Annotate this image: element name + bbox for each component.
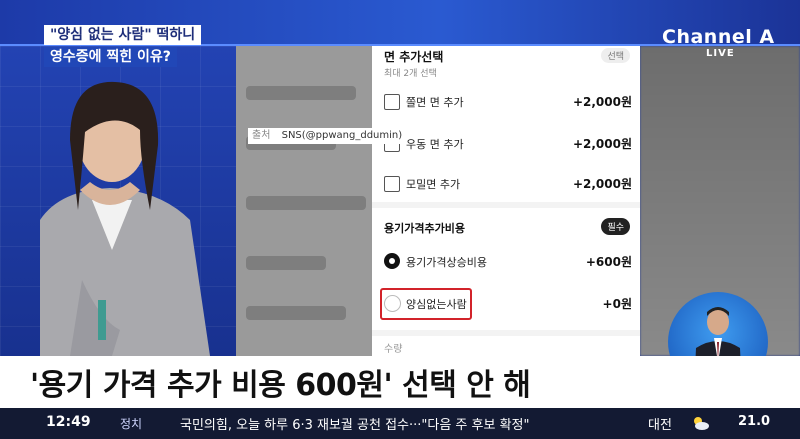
noodle-option[interactable]: 쫄면 면 추가 +2,000원: [384, 90, 632, 114]
news-ticker: 12:49 정치 국민의힘, 오늘 하루 6·3 재보궐 공천 접수···"다음…: [0, 408, 800, 439]
container-section-title: 용기가격추가비용: [384, 222, 465, 235]
noodle-section-title: 면 추가선택: [384, 50, 444, 64]
source-caption: 출처 SNS(@ppwang_ddumin): [248, 128, 407, 144]
channel-logo: Channel A: [662, 26, 775, 48]
option-label: 모밀면 추가: [406, 178, 461, 191]
news-anchor: [40, 81, 210, 356]
noodle-section-subtitle: 최대 2개 선택: [384, 69, 437, 79]
option-label: 우동 면 추가: [406, 138, 464, 151]
option-label: 용기가격상승비용: [406, 256, 487, 269]
noodle-option[interactable]: 모밀면 추가 +2,000원: [384, 172, 632, 196]
partly-cloudy-icon: [694, 417, 709, 430]
required-badge: 필수: [601, 218, 630, 235]
option-price: +600원: [585, 255, 632, 269]
ticker-text: 국민의힘, 오늘 하루 6·3 재보궐 공천 접수···"다음 주 후보 확정": [180, 418, 530, 433]
ticker-category: 정치: [120, 417, 143, 431]
option-price: +0원: [602, 297, 632, 311]
noodle-section-badge: 선택: [601, 48, 630, 63]
headline: '용기 가격 추가 비용 600원' 선택 안 해: [30, 368, 531, 403]
highlight-box: [380, 288, 472, 320]
option-price: +2,000원: [572, 137, 632, 151]
source-value: SNS(@ppwang_ddumin): [281, 130, 403, 141]
ticker-time: 12:49: [46, 414, 91, 430]
question-line-2: 영수증에 찍힌 이유?: [44, 47, 177, 67]
quantity-label: 수량: [384, 344, 403, 355]
weather-city: 대전: [648, 418, 672, 433]
noodle-option[interactable]: 우동 면 추가 +2,000원: [384, 132, 632, 156]
option-price: +2,000원: [572, 95, 632, 109]
radio-selected-icon[interactable]: [384, 253, 400, 269]
option-label: 쫄면 면 추가: [406, 96, 464, 109]
option-price: +2,000원: [572, 177, 632, 191]
checkbox-icon[interactable]: [384, 94, 400, 110]
container-option[interactable]: 용기가격상승비용 +600원: [384, 250, 632, 274]
checkbox-icon[interactable]: [384, 176, 400, 192]
weather-temperature: 21.0: [738, 414, 771, 429]
blurred-phone-left: [236, 46, 374, 356]
question-line-1: "양심 없는 사람" 떡하니: [44, 25, 202, 45]
receipt-app-screenshot: 면 추가선택 최대 2개 선택 선택 쫄면 면 추가 +2,000원 우동 면 …: [372, 46, 640, 356]
source-label: 출처: [252, 130, 271, 141]
live-indicator: LIVE: [706, 48, 735, 59]
